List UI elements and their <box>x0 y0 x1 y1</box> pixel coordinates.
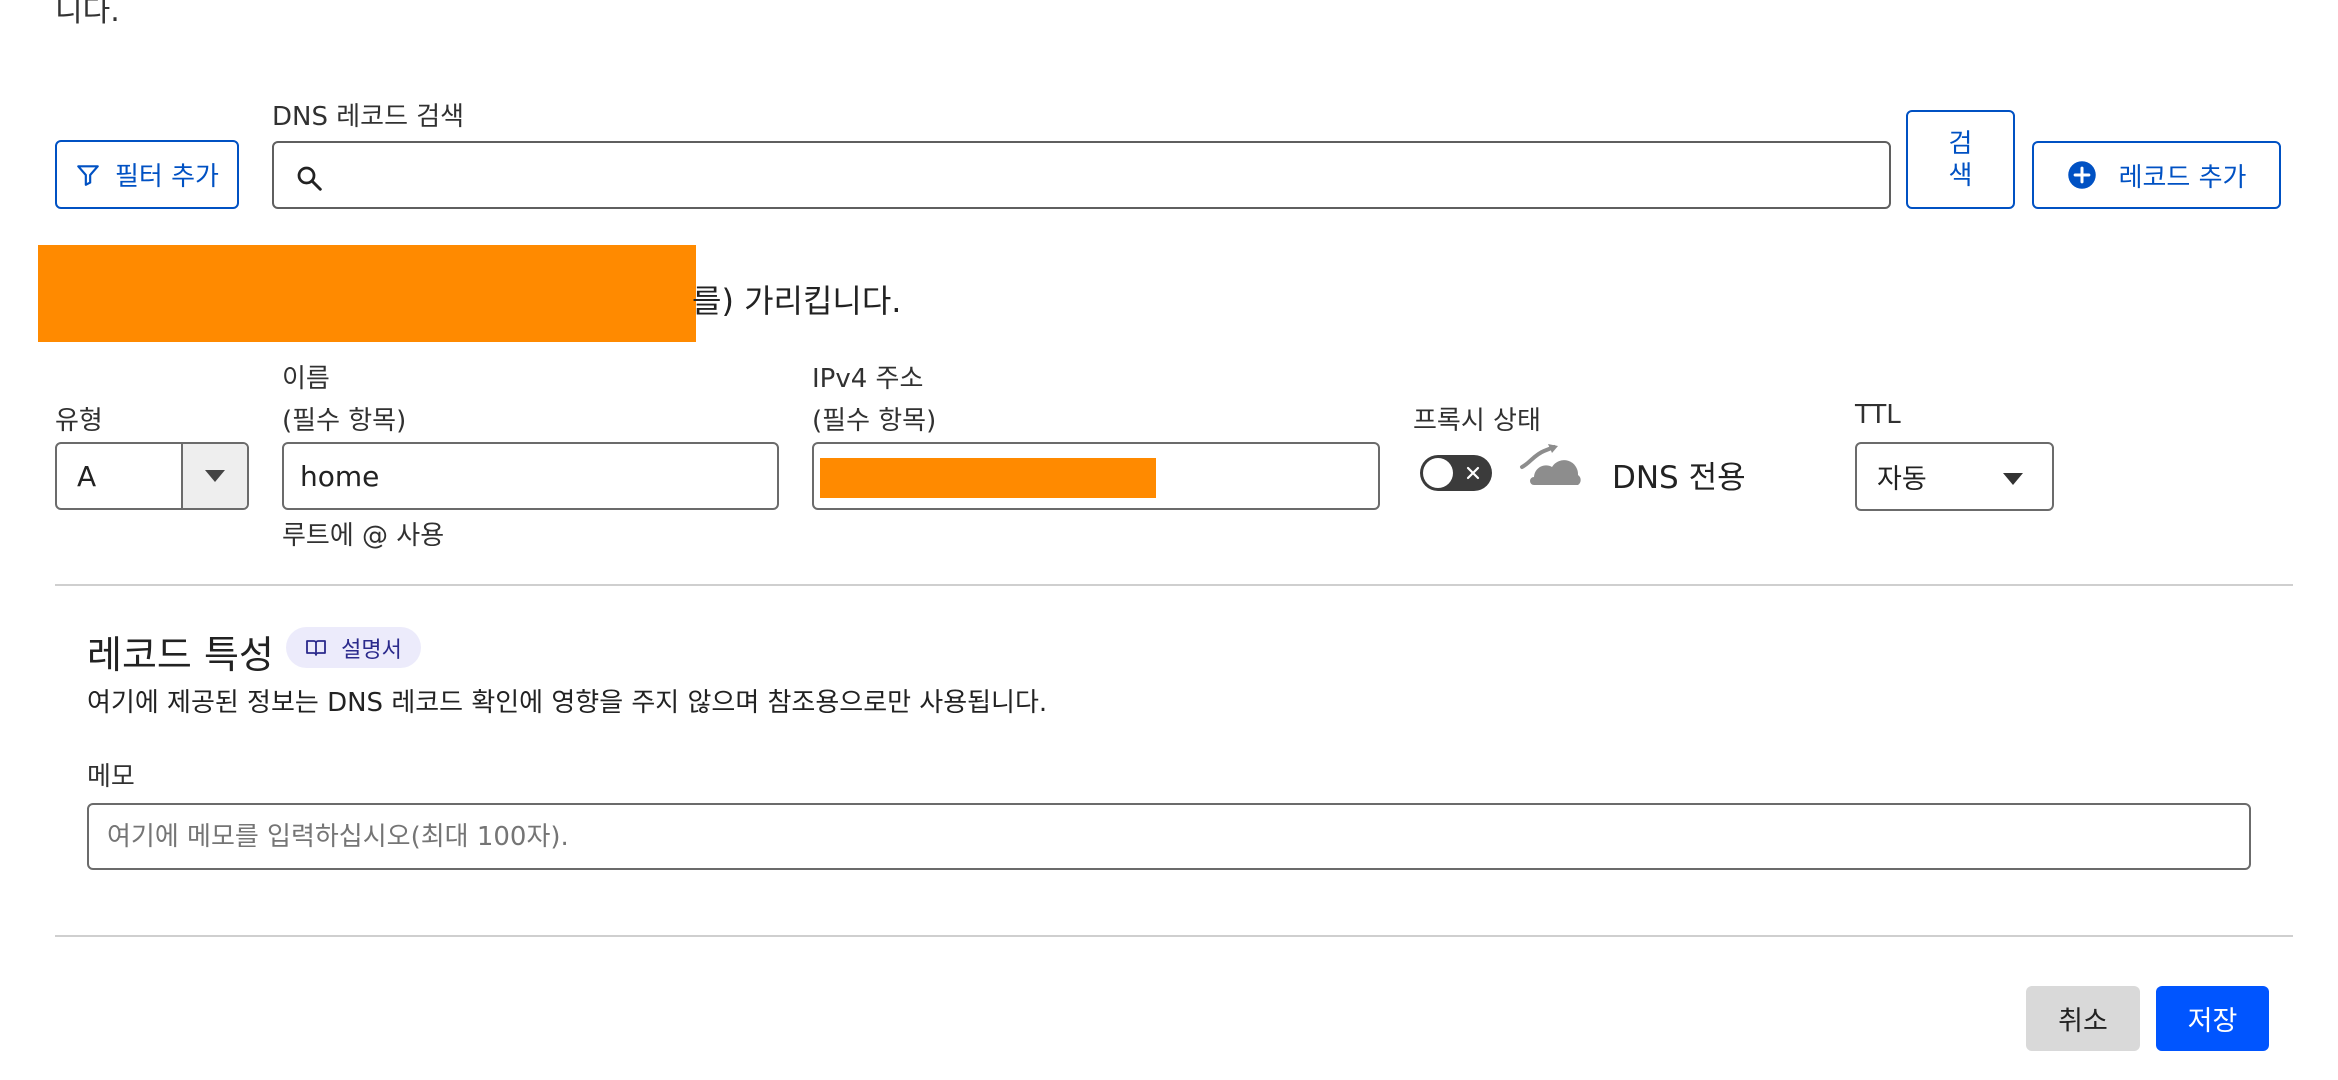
search-button[interactable]: 검 색 <box>1906 110 2015 209</box>
redacted-ipv4-value <box>820 458 1156 498</box>
attributes-description: 여기에 제공된 정보는 DNS 레코드 확인에 영향을 주지 않으며 참조용으로… <box>87 688 1048 718</box>
documentation-label: 설명서 <box>341 637 402 663</box>
search-label: DNS 레코드 검색 <box>272 102 465 132</box>
chevron-down-icon <box>205 470 225 482</box>
attributes-title: 레코드 특성 <box>87 633 274 677</box>
memo-field[interactable] <box>105 820 2229 853</box>
add-record-button[interactable]: 레코드 추가 <box>2032 141 2281 209</box>
ttl-select[interactable]: 자동 <box>1855 442 2054 511</box>
ttl-value: 자동 <box>1877 464 1927 495</box>
name-hint: 루트에 @ 사용 <box>282 521 445 551</box>
add-filter-label: 필터 추가 <box>115 162 219 192</box>
add-record-label: 레코드 추가 <box>2118 162 2247 193</box>
proxy-toggle[interactable] <box>1420 455 1492 491</box>
filter-icon <box>75 162 101 188</box>
add-circle-icon <box>2067 160 2097 190</box>
cut-off-text: 니다. <box>55 0 120 29</box>
memo-input[interactable] <box>87 803 2251 870</box>
type-label: 유형 <box>55 406 103 436</box>
type-value: A <box>77 459 97 493</box>
memo-label: 메모 <box>87 762 135 792</box>
proxy-status-text: DNS 전용 <box>1612 460 1746 496</box>
search-icon <box>294 163 324 197</box>
notice-text: 를) 가리킵니다. <box>692 282 902 320</box>
book-icon <box>305 638 327 658</box>
proxy-status-label: 프록시 상태 <box>1413 406 1541 436</box>
cancel-button[interactable]: 취소 <box>2026 986 2140 1051</box>
name-input[interactable]: home <box>282 442 779 510</box>
redacted-notice-block <box>38 245 696 342</box>
ipv4-input[interactable] <box>812 442 1380 510</box>
footer-divider <box>55 935 2293 937</box>
save-button[interactable]: 저장 <box>2156 986 2269 1051</box>
name-value: home <box>300 459 380 493</box>
toggle-knob <box>1423 458 1453 488</box>
type-select[interactable]: A <box>55 442 249 510</box>
search-field[interactable] <box>340 151 1874 201</box>
chevron-down-icon <box>2003 473 2023 485</box>
name-required-label: (필수 항목) <box>282 406 407 436</box>
type-dropdown-button[interactable] <box>181 444 247 508</box>
dns-record-search-input[interactable] <box>272 141 1891 209</box>
name-label: 이름 <box>282 364 330 394</box>
cancel-label: 취소 <box>2058 1006 2108 1037</box>
add-filter-button[interactable]: 필터 추가 <box>55 140 239 209</box>
search-button-line1: 검 <box>1948 128 1973 159</box>
cloud-icon <box>1518 441 1584 491</box>
ipv4-label: IPv4 주소 <box>812 364 924 394</box>
section-divider <box>55 584 2293 586</box>
documentation-badge[interactable]: 설명서 <box>286 627 421 668</box>
toggle-off-icon <box>1466 466 1480 480</box>
ipv4-required-label: (필수 항목) <box>812 406 937 436</box>
save-label: 저장 <box>2187 1006 2238 1037</box>
search-button-line2: 색 <box>1948 160 1973 191</box>
ttl-label: TTL <box>1855 400 1901 430</box>
